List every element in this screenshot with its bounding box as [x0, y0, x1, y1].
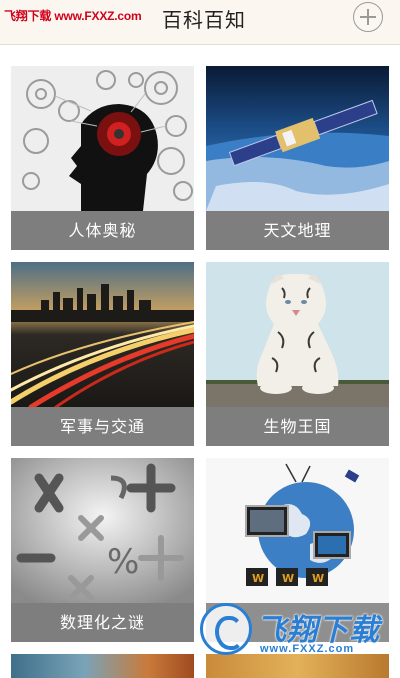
logo-icon [200, 603, 252, 655]
watermark-logo: 飞翔下载 www.FXXZ.com [200, 603, 390, 663]
globe-computers-image: W W W [206, 458, 389, 603]
card-label: 天文地理 [206, 211, 389, 250]
watermark-logo-url: www.FXXZ.com [260, 643, 355, 655]
page-title: 百科百知 [162, 8, 246, 32]
svg-text:W: W [252, 572, 264, 585]
card-label: 人体奥秘 [11, 211, 194, 250]
card-label: 数理化之谜 [11, 603, 194, 642]
app-header: 飞翔下载 www.FXXZ.com 百科百知 [0, 0, 400, 45]
card-label: 生物王国 [206, 407, 389, 446]
card-label: 军事与交通 [11, 407, 194, 446]
category-card-partial[interactable] [11, 654, 194, 678]
category-card-human-body[interactable]: 人体奥秘 [11, 66, 194, 250]
city-highway-image [11, 262, 194, 407]
category-card-astronomy-geography[interactable]: 天文地理 [206, 66, 389, 250]
category-card-military-transport[interactable]: 军事与交通 [11, 262, 194, 446]
category-card-biology[interactable]: 生物王国 [206, 262, 389, 446]
svg-text:W: W [312, 572, 324, 585]
svg-text:%: % [107, 542, 139, 582]
watermark-text: 飞翔下载 www.FXXZ.com [4, 9, 142, 23]
category-card-math-physics-chemistry[interactable]: % 数理化之谜 [11, 458, 194, 642]
satellite-earth-image [206, 66, 389, 211]
white-tiger-image [206, 262, 389, 407]
add-button[interactable] [353, 2, 383, 32]
brain-gears-image [11, 66, 194, 211]
math-symbols-image: % [11, 458, 194, 603]
svg-text:W: W [282, 572, 294, 585]
